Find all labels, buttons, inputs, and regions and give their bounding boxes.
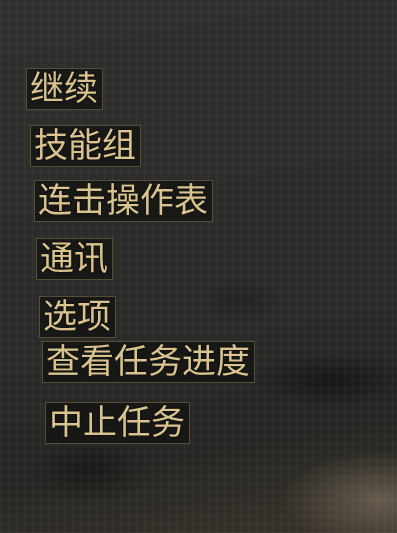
menu-item-communication[interactable]: 通讯 bbox=[36, 238, 113, 280]
menu-item-mission-progress[interactable]: 查看任务进度 bbox=[42, 341, 255, 383]
menu-item-combo-list[interactable]: 连击操作表 bbox=[34, 180, 213, 222]
menu-item-abort-mission[interactable]: 中止任务 bbox=[45, 402, 190, 444]
menu-item-options[interactable]: 选项 bbox=[39, 296, 116, 338]
menu-item-skill-set[interactable]: 技能组 bbox=[30, 125, 141, 167]
menu-item-continue[interactable]: 继续 bbox=[26, 68, 103, 110]
pause-menu: 继续 技能组 连击操作表 通讯 选项 查看任务进度 中止任务 bbox=[0, 0, 397, 533]
game-pause-screen: 继续 技能组 连击操作表 通讯 选项 查看任务进度 中止任务 bbox=[0, 0, 397, 533]
